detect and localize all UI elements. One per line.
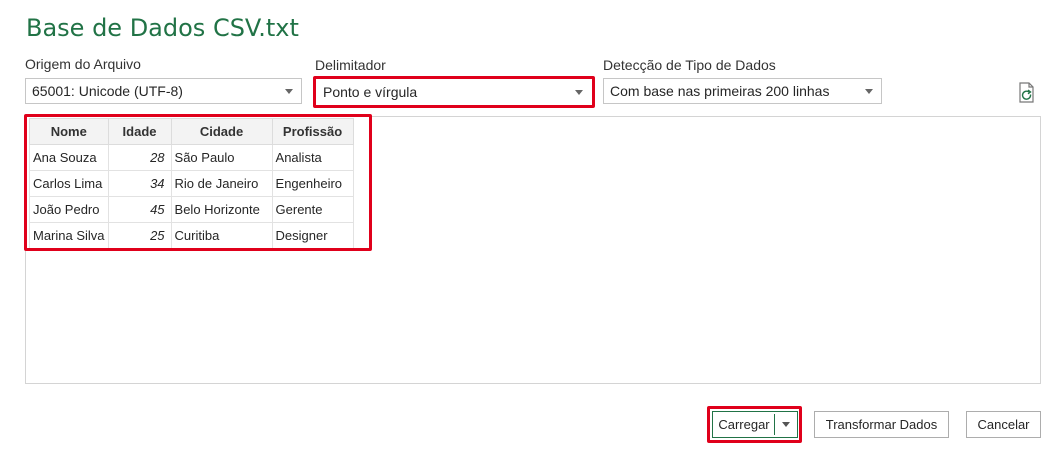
- delimiter-label: Delimitador: [315, 57, 386, 73]
- cancel-button[interactable]: Cancelar: [966, 411, 1041, 438]
- transform-data-button[interactable]: Transformar Dados: [814, 411, 949, 438]
- type-detection-label: Detecção de Tipo de Dados: [603, 57, 776, 73]
- load-highlight: [707, 406, 802, 443]
- origin-label: Origem do Arquivo: [25, 56, 141, 72]
- refresh-file-icon[interactable]: [1017, 82, 1037, 104]
- delimiter-highlight: [313, 76, 595, 108]
- origin-select[interactable]: 65001: Unicode (UTF-8): [25, 78, 302, 104]
- origin-select-value: 65001: Unicode (UTF-8): [32, 83, 183, 99]
- chevron-down-icon: [865, 89, 873, 94]
- type-detection-select[interactable]: Com base nas primeiras 200 linhas: [603, 78, 882, 104]
- type-detection-select-value: Com base nas primeiras 200 linhas: [610, 83, 830, 99]
- table-highlight: [24, 114, 372, 251]
- chevron-down-icon: [285, 89, 293, 94]
- dialog-title: Base de Dados CSV.txt: [26, 14, 299, 42]
